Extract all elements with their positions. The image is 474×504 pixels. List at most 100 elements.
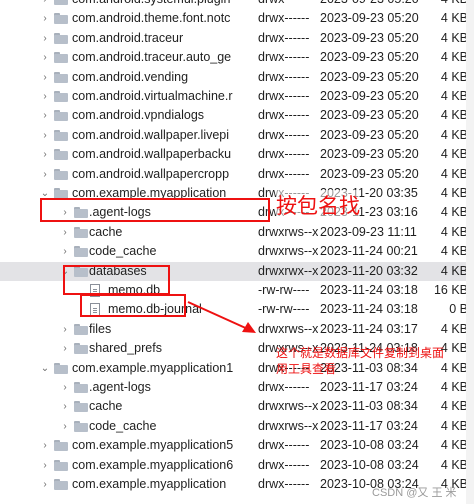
chevron-right-icon[interactable]: › (40, 68, 50, 87)
row-name: com.example.myapplication (72, 477, 227, 491)
chevron-right-icon[interactable]: › (60, 378, 70, 397)
row-permissions: drwx------ (258, 50, 310, 65)
row-permissions: drwx------ (258, 127, 310, 142)
row-date: 2023-09-23 05:20 (320, 108, 419, 123)
chevron-right-icon[interactable]: › (60, 223, 70, 242)
chevron-right-icon[interactable]: › (40, 9, 50, 28)
tree-row[interactable]: › code_cache drwxrws--x 2023-11-24 00:21 4 K… (0, 242, 474, 261)
tree-row[interactable]: › code_cache drwxrws--x 2023-11-17 03:24 4 K… (0, 417, 474, 436)
chevron-right-icon[interactable]: › (40, 87, 50, 106)
tree-row[interactable]: › com.android.wallpaper.livepi drwx------ 2… (0, 126, 474, 145)
tree-row[interactable]: › cache drwxrws--x 2023-09-23 11:11 4 KB (0, 223, 474, 242)
row-permissions: drwxrws--x (258, 224, 318, 239)
annotation-db-note-line1: 这个就是数据库文件复制到桌面 (276, 346, 445, 360)
row-size: 4 KB (440, 418, 468, 433)
row-date: 2023-11-24 00:21 (320, 244, 418, 259)
chevron-right-icon[interactable]: › (60, 417, 70, 436)
folder-icon (54, 440, 68, 452)
row-date: 2023-11-24 03:18 (320, 283, 418, 297)
vertical-scrollbar[interactable] (466, 0, 474, 504)
row-date: 2023-09-23 05:20 (320, 11, 419, 26)
row-date: 2023-10-08 03:24 (320, 457, 419, 472)
row-size: 0 B (449, 302, 468, 317)
tree-row[interactable]: › com.android.traceur drwx------ 2023-09-23… (0, 29, 474, 48)
row-size: 4 KB (440, 127, 468, 142)
tree-row[interactable]: › com.android.vpndialogs drwx------ 2023-09… (0, 106, 474, 125)
row-name: com.android.vending (72, 69, 189, 84)
folder-icon (54, 71, 68, 83)
tree-row[interactable]: › com.android.wallpaperbacku drwx------ 202… (0, 145, 474, 164)
chevron-right-icon[interactable]: › (40, 436, 50, 455)
row-date: 2023-09-23 05:20 (320, 166, 419, 181)
tree-row[interactable]: › com.android.wallpapercropp drwx------ 202… (0, 165, 474, 184)
row-permissions: drwxrws--x (258, 418, 318, 433)
folder-icon (54, 0, 68, 5)
tree-row[interactable]: › com.android.systemui.plugin drwx------20… (0, 0, 474, 9)
tree-row[interactable]: › com.android.virtualmachine.r drwx------ 2… (0, 87, 474, 106)
tree-row[interactable]: › cache drwxrws--x 2023-11-03 08:34 4 KB (0, 397, 474, 416)
row-permissions: -rw-rw---- (258, 283, 310, 297)
row-permissions: drwx------ (258, 108, 310, 123)
row-size: 4 KB (440, 30, 468, 45)
row-permissions: -rw-rw---- (258, 302, 310, 317)
tree-row[interactable]: › com.android.vending drwx------ 2023-09-23… (0, 68, 474, 87)
chevron-right-icon[interactable]: › (60, 242, 70, 261)
tree-row[interactable]: › com.android.theme.font.notc drwx------ 20… (0, 9, 474, 28)
row-date: 2023-11-17 03:24 (320, 418, 418, 433)
highlight-package (40, 198, 270, 222)
row-name: com.android.vpndialogs (72, 108, 205, 123)
row-size: 4 KB (440, 263, 468, 278)
folder-icon (54, 149, 68, 161)
row-date: 2023-09-23 05:20 (320, 50, 419, 65)
row-name: .agent-logs (89, 380, 151, 394)
chevron-right-icon[interactable]: › (40, 475, 50, 494)
row-name: code_cache (89, 244, 157, 259)
row-size: 4 KB (440, 11, 468, 26)
row-date: 2023-09-23 05:20 (320, 147, 419, 162)
row-name: com.android.traceur.auto_ge (72, 50, 232, 65)
row-size: 4 KB (440, 438, 468, 453)
folder-icon (54, 32, 68, 44)
row-size: 4 KB (440, 399, 468, 414)
chevron-right-icon[interactable]: › (40, 0, 50, 9)
folder-icon (74, 246, 88, 258)
row-date: 2023-09-23 05:20 (320, 127, 419, 142)
highlight-memo-db (80, 294, 186, 317)
row-permissions: drwxrws--x (258, 321, 318, 336)
chevron-right-icon[interactable]: › (60, 397, 70, 416)
row-size: 4 KB (440, 205, 468, 220)
chevron-right-icon[interactable]: › (40, 126, 50, 145)
row-permissions: drwx------ (258, 438, 310, 453)
annotation-db-note: 这个就是数据库文件复制到桌面 用工具查看 (276, 345, 444, 377)
chevron-right-icon[interactable]: › (40, 106, 50, 125)
row-name: com.android.wallpapercropp (72, 166, 230, 181)
chevron-right-icon[interactable]: › (40, 145, 50, 164)
row-size: 4 KB (440, 244, 468, 259)
chevron-right-icon[interactable]: › (40, 48, 50, 67)
tree-row[interactable]: › com.example.myapplication5 drwx------ 202… (0, 436, 474, 455)
chevron-right-icon[interactable]: › (60, 320, 70, 339)
row-permissions: drwxrws--x (258, 244, 318, 259)
chevron-right-icon[interactable]: › (40, 29, 50, 48)
tree-row[interactable]: › com.example.myapplication6 drwx------ 202… (0, 456, 474, 475)
row-permissions: drwx------ (258, 69, 310, 84)
tree-row[interactable]: › com.android.traceur.auto_ge drwx------ 20… (0, 48, 474, 67)
chevron-down-icon[interactable]: ⌄ (40, 359, 50, 378)
row-name: shared_prefs (89, 341, 162, 356)
row-permissions: drwx------ (258, 380, 310, 394)
tree-row[interactable]: › .agent-logs drwx------ 2023-11-17 03:24 4 … (0, 378, 474, 397)
chevron-right-icon[interactable]: › (60, 339, 70, 358)
chevron-right-icon[interactable]: › (40, 165, 50, 184)
watermark: CSDN @又 王 米 (372, 487, 457, 499)
row-date: 2023-09-23 05:20 (320, 0, 420, 9)
chevron-right-icon[interactable]: › (40, 456, 50, 475)
row-name: com.android.wallpaper.livepi (72, 127, 230, 142)
row-size: 4 KB (440, 108, 468, 123)
row-size: 4 KB (440, 457, 468, 472)
folder-icon (54, 129, 68, 141)
row-size: 16 KB (433, 283, 468, 297)
row-name: com.example.myapplication1 (72, 360, 234, 375)
row-permissions: drwx------ (258, 166, 310, 181)
row-date: 2023-09-23 05:20 (320, 89, 419, 103)
annotation-package-note: 按包名找 (276, 190, 360, 220)
